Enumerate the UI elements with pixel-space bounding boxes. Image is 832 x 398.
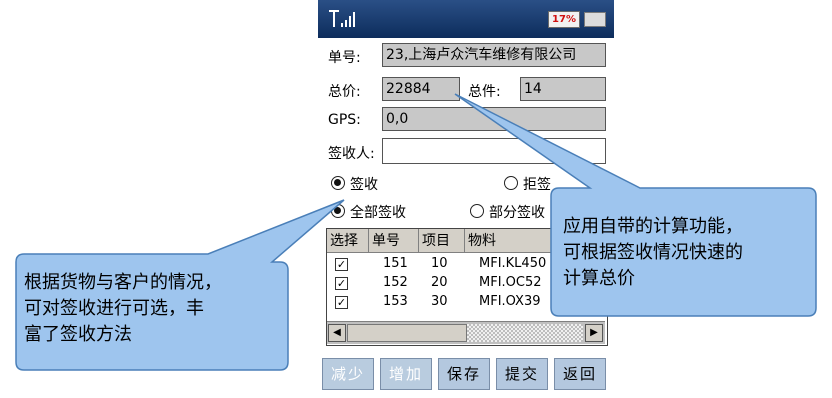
- left-callout-line: 根据货物与客户的情况，: [24, 272, 222, 293]
- right-callout-line: 可根据签收情况快速的: [563, 242, 743, 263]
- right-callout-line: 计算总价: [563, 268, 635, 289]
- right-callout-line: 应用自带的计算功能，: [563, 216, 743, 237]
- left-callout-text: 根据货物与客户的情况， 可对签收进行可选，丰 富了签收方法: [24, 270, 286, 348]
- left-callout-line: 可对签收进行可选，丰: [24, 298, 204, 319]
- left-callout-line: 富了签收方法: [24, 324, 132, 345]
- right-callout-text: 应用自带的计算功能， 可根据签收情况快速的 计算总价: [563, 214, 813, 292]
